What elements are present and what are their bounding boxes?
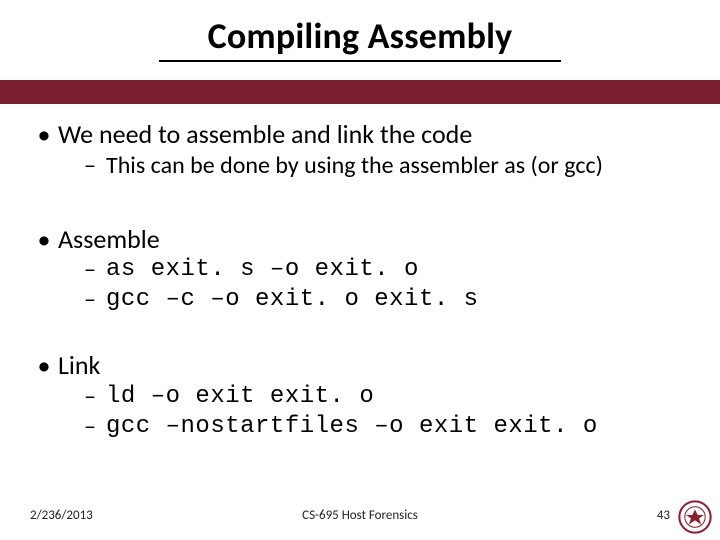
slide-content: • We need to assemble and link the code … [0,104,720,442]
bullet-2-sub-1-text: as exit. s –o exit. o [106,255,690,285]
bullet-3-sub-1-text: ld –o exit exit. o [106,382,690,412]
dash-icon: – [84,412,106,442]
dash-icon: – [84,382,106,412]
bullet-2: • Assemble [30,223,690,256]
bullet-2-sub-1: – as exit. s –o exit. o [30,255,690,285]
bullet-2-sub-2: – gcc –c –o exit. o exit. s [30,285,690,315]
footer: 2/236/2013 CS-695 Host Forensics 43 [0,502,720,528]
title-underline [159,60,561,62]
bullet-3: • Link [30,349,690,382]
dash-icon: – [84,285,106,315]
seal-icon [678,500,712,534]
bullet-3-sub-1: – ld –o exit exit. o [30,382,690,412]
slide: Compiling Assembly • We need to assemble… [0,0,720,540]
bullet-2-sub-2-text: gcc –c –o exit. o exit. s [106,285,690,315]
bullet-3-sub-2-text: gcc –nostartfiles –o exit exit. o [106,412,690,442]
bullet-icon: • [30,349,58,382]
bullet-icon: • [30,223,58,256]
bullet-3-text: Link [58,349,690,382]
bullet-1-text: We need to assemble and link the code [58,118,690,151]
dash-icon: – [84,151,106,181]
bullet-2-text: Assemble [58,223,690,256]
dash-icon: – [84,255,106,285]
bullet-icon: • [30,118,58,151]
bullet-1: • We need to assemble and link the code [30,118,690,151]
bullet-1-sub-1: – This can be done by using the assemble… [30,151,690,181]
slide-title: Compiling Assembly [0,0,720,58]
footer-course: CS-695 Host Forensics [0,508,720,523]
accent-band [0,80,720,104]
bullet-1-sub-1-text: This can be done by using the assembler … [106,151,690,181]
bullet-3-sub-2: – gcc –nostartfiles –o exit exit. o [30,412,690,442]
footer-page: 43 [657,508,670,523]
